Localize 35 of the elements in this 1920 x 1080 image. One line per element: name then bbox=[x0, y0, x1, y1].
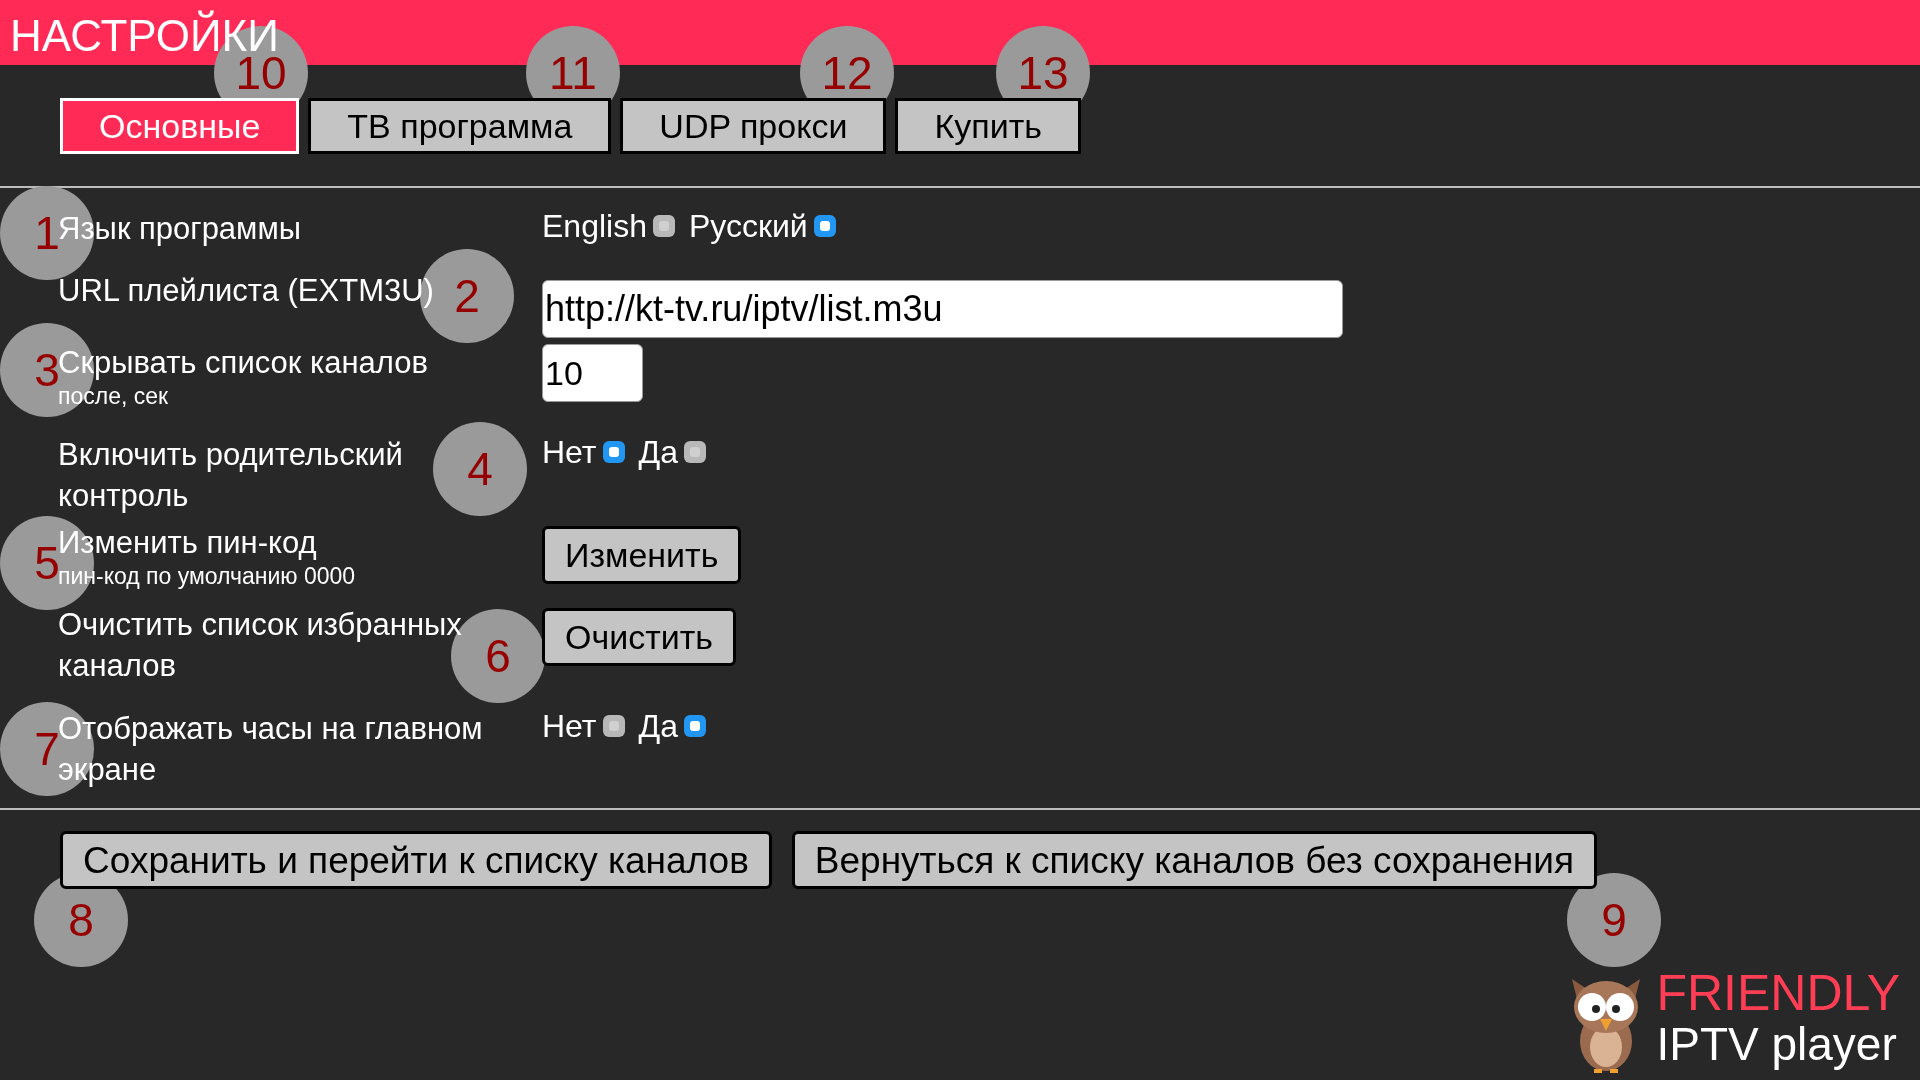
setting-hint: после, сек bbox=[58, 383, 169, 409]
annotation-marker: 9 bbox=[1567, 873, 1661, 967]
radio-button[interactable] bbox=[652, 215, 675, 237]
radio-button[interactable] bbox=[683, 441, 706, 463]
option-label: Да bbox=[638, 710, 678, 742]
setting-label: URL плейлиста (EXTM3U) bbox=[58, 272, 434, 310]
action-button[interactable]: Очистить bbox=[542, 608, 736, 666]
setting-label: Язык программы bbox=[58, 210, 302, 248]
tab[interactable]: Основные bbox=[60, 98, 300, 154]
setting-label: Включить родительский контроль bbox=[58, 436, 404, 515]
tab[interactable]: UDP прокси bbox=[620, 98, 887, 154]
url-input-field[interactable]: http://kt-tv.ru/iptv/list.m3u bbox=[542, 280, 1343, 338]
footer-button[interactable]: Сохранить и перейти к списку каналов bbox=[60, 831, 772, 889]
option-label: English bbox=[542, 210, 647, 242]
radio-button[interactable] bbox=[813, 215, 836, 237]
footer-button[interactable]: Вернуться к списку каналов без сохранения bbox=[791, 831, 1597, 889]
tab[interactable]: ТВ программа bbox=[308, 98, 612, 154]
annotation-marker: 4 bbox=[433, 422, 527, 516]
logo-tagline: IPTV player bbox=[1656, 1019, 1898, 1069]
tab[interactable]: Купить bbox=[895, 98, 1081, 154]
setting-label: Отображать часы на главном экране bbox=[58, 710, 484, 789]
option-label: Русский bbox=[688, 210, 808, 242]
option-label: Нет bbox=[542, 436, 597, 468]
setting-label: Изменить пин-код bbox=[58, 524, 317, 562]
action-button[interactable]: Изменить bbox=[542, 526, 742, 584]
radio-button[interactable] bbox=[602, 715, 625, 737]
option-label: Нет bbox=[542, 710, 597, 742]
option-label: Да bbox=[638, 436, 678, 468]
radio-button[interactable] bbox=[602, 441, 625, 463]
setting-label: Скрывать список каналов bbox=[58, 344, 428, 382]
setting-label: Очистить список избранных каналов bbox=[58, 606, 463, 685]
radio-button[interactable] bbox=[683, 715, 706, 737]
number-input-field[interactable]: 10 bbox=[542, 344, 643, 402]
logo-wordmark: FRIENDLY bbox=[1656, 967, 1900, 1019]
setting-hint: пин-код по умолчанию 0000 bbox=[58, 563, 356, 589]
